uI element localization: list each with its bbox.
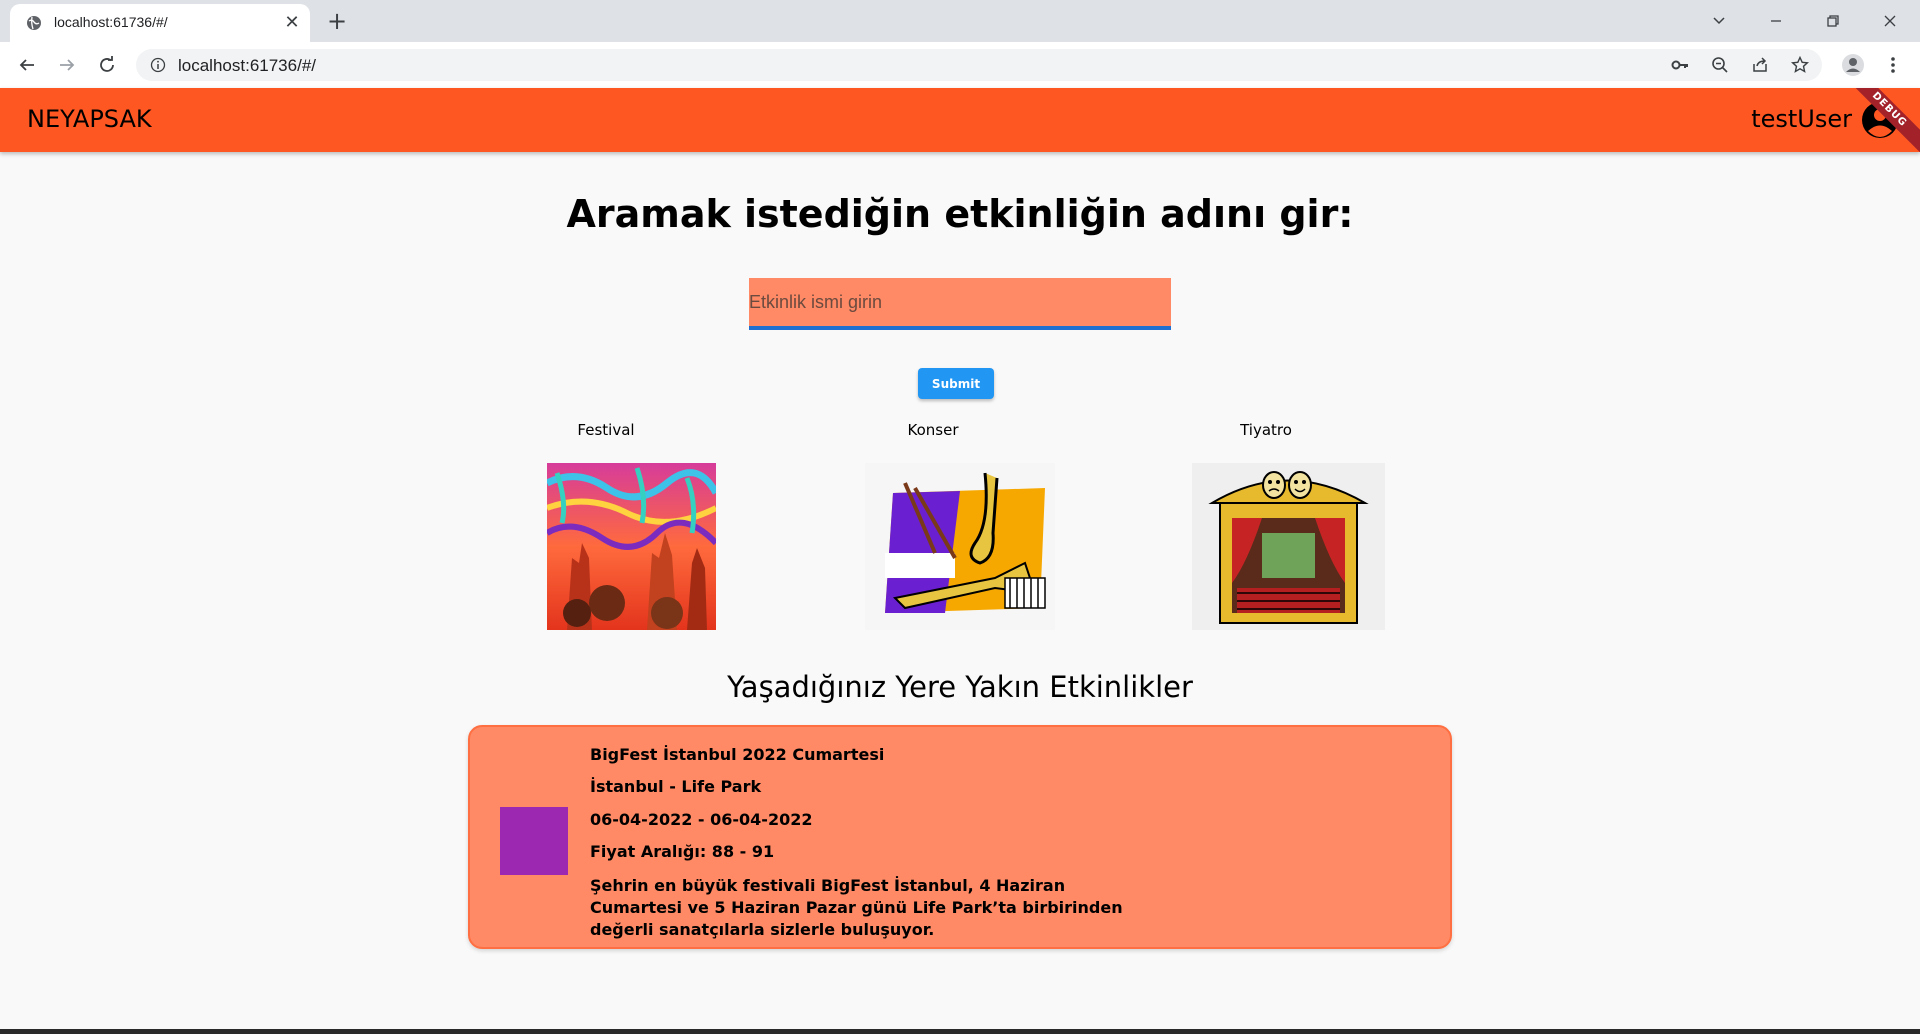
event-dates: 06-04-2022 - 06-04-2022 [590,810,813,829]
user-name[interactable]: testUser [1751,105,1852,133]
globe-icon [27,16,41,30]
category-label-konser: Konser [907,421,959,439]
key-icon[interactable] [1670,55,1690,75]
back-arrow-icon[interactable] [13,51,41,79]
theater-stage-image[interactable] [1192,463,1385,630]
app-title[interactable]: NEYAPSAK [27,105,152,133]
search-heading: Aramak istediğin etkinliğin adını gir: [566,192,1354,236]
nearby-events-heading: Yaşadığınız Yere Yakın Etkinlikler [727,670,1193,704]
submit-button[interactable]: Submit [918,368,994,399]
bookmark-star-icon[interactable] [1790,55,1810,75]
close-window-icon[interactable] [1862,0,1918,42]
festival-crowd-image[interactable] [547,463,716,630]
close-tab-icon[interactable]: ✕ [282,13,302,33]
event-location: İstanbul - Life Park [590,777,762,796]
event-title: BigFest İstanbul 2022 Cumartesi [590,745,885,764]
category-label-festival: Festival [577,421,635,439]
event-thumbnail [500,807,568,875]
share-icon[interactable] [1750,55,1770,75]
event-description: Şehrin en büyük festivali BigFest İstanb… [590,876,1123,939]
url-text: localhost:61736/#/ [178,56,316,75]
search-input[interactable] [749,278,1171,326]
address-bar[interactable]: localhost:61736/#/ [136,49,1822,81]
browser-tabstrip: localhost:61736/#/ ✕ + [0,0,1920,42]
tab-title: localhost:61736/#/ [54,14,168,30]
profile-avatar-icon[interactable] [1839,51,1867,79]
bottom-edge [0,1029,1920,1034]
browser-toolbar: localhost:61736/#/ [0,42,1920,88]
new-tab-button[interactable]: + [325,9,349,33]
category-label-tiyatro: Tiyatro [1240,421,1292,439]
browser-tab[interactable]: localhost:61736/#/ ✕ [10,4,310,42]
concert-instruments-image[interactable] [865,463,1055,630]
tab-search-icon[interactable] [1691,0,1747,42]
reload-icon[interactable] [93,51,121,79]
search-field[interactable] [749,278,1171,330]
restore-icon[interactable] [1805,0,1861,42]
info-icon[interactable] [150,57,166,73]
forward-arrow-icon[interactable] [53,51,81,79]
minimize-icon[interactable] [1748,0,1804,42]
event-card[interactable]: BigFest İstanbul 2022 Cumartesi İstanbul… [468,725,1452,949]
app-bar: NEYAPSAK testUser DEBUG [0,88,1920,152]
zoom-out-icon[interactable] [1710,55,1730,75]
more-menu-icon[interactable] [1879,51,1907,79]
event-price: Fiyat Aralığı: 88 - 91 [590,842,775,861]
